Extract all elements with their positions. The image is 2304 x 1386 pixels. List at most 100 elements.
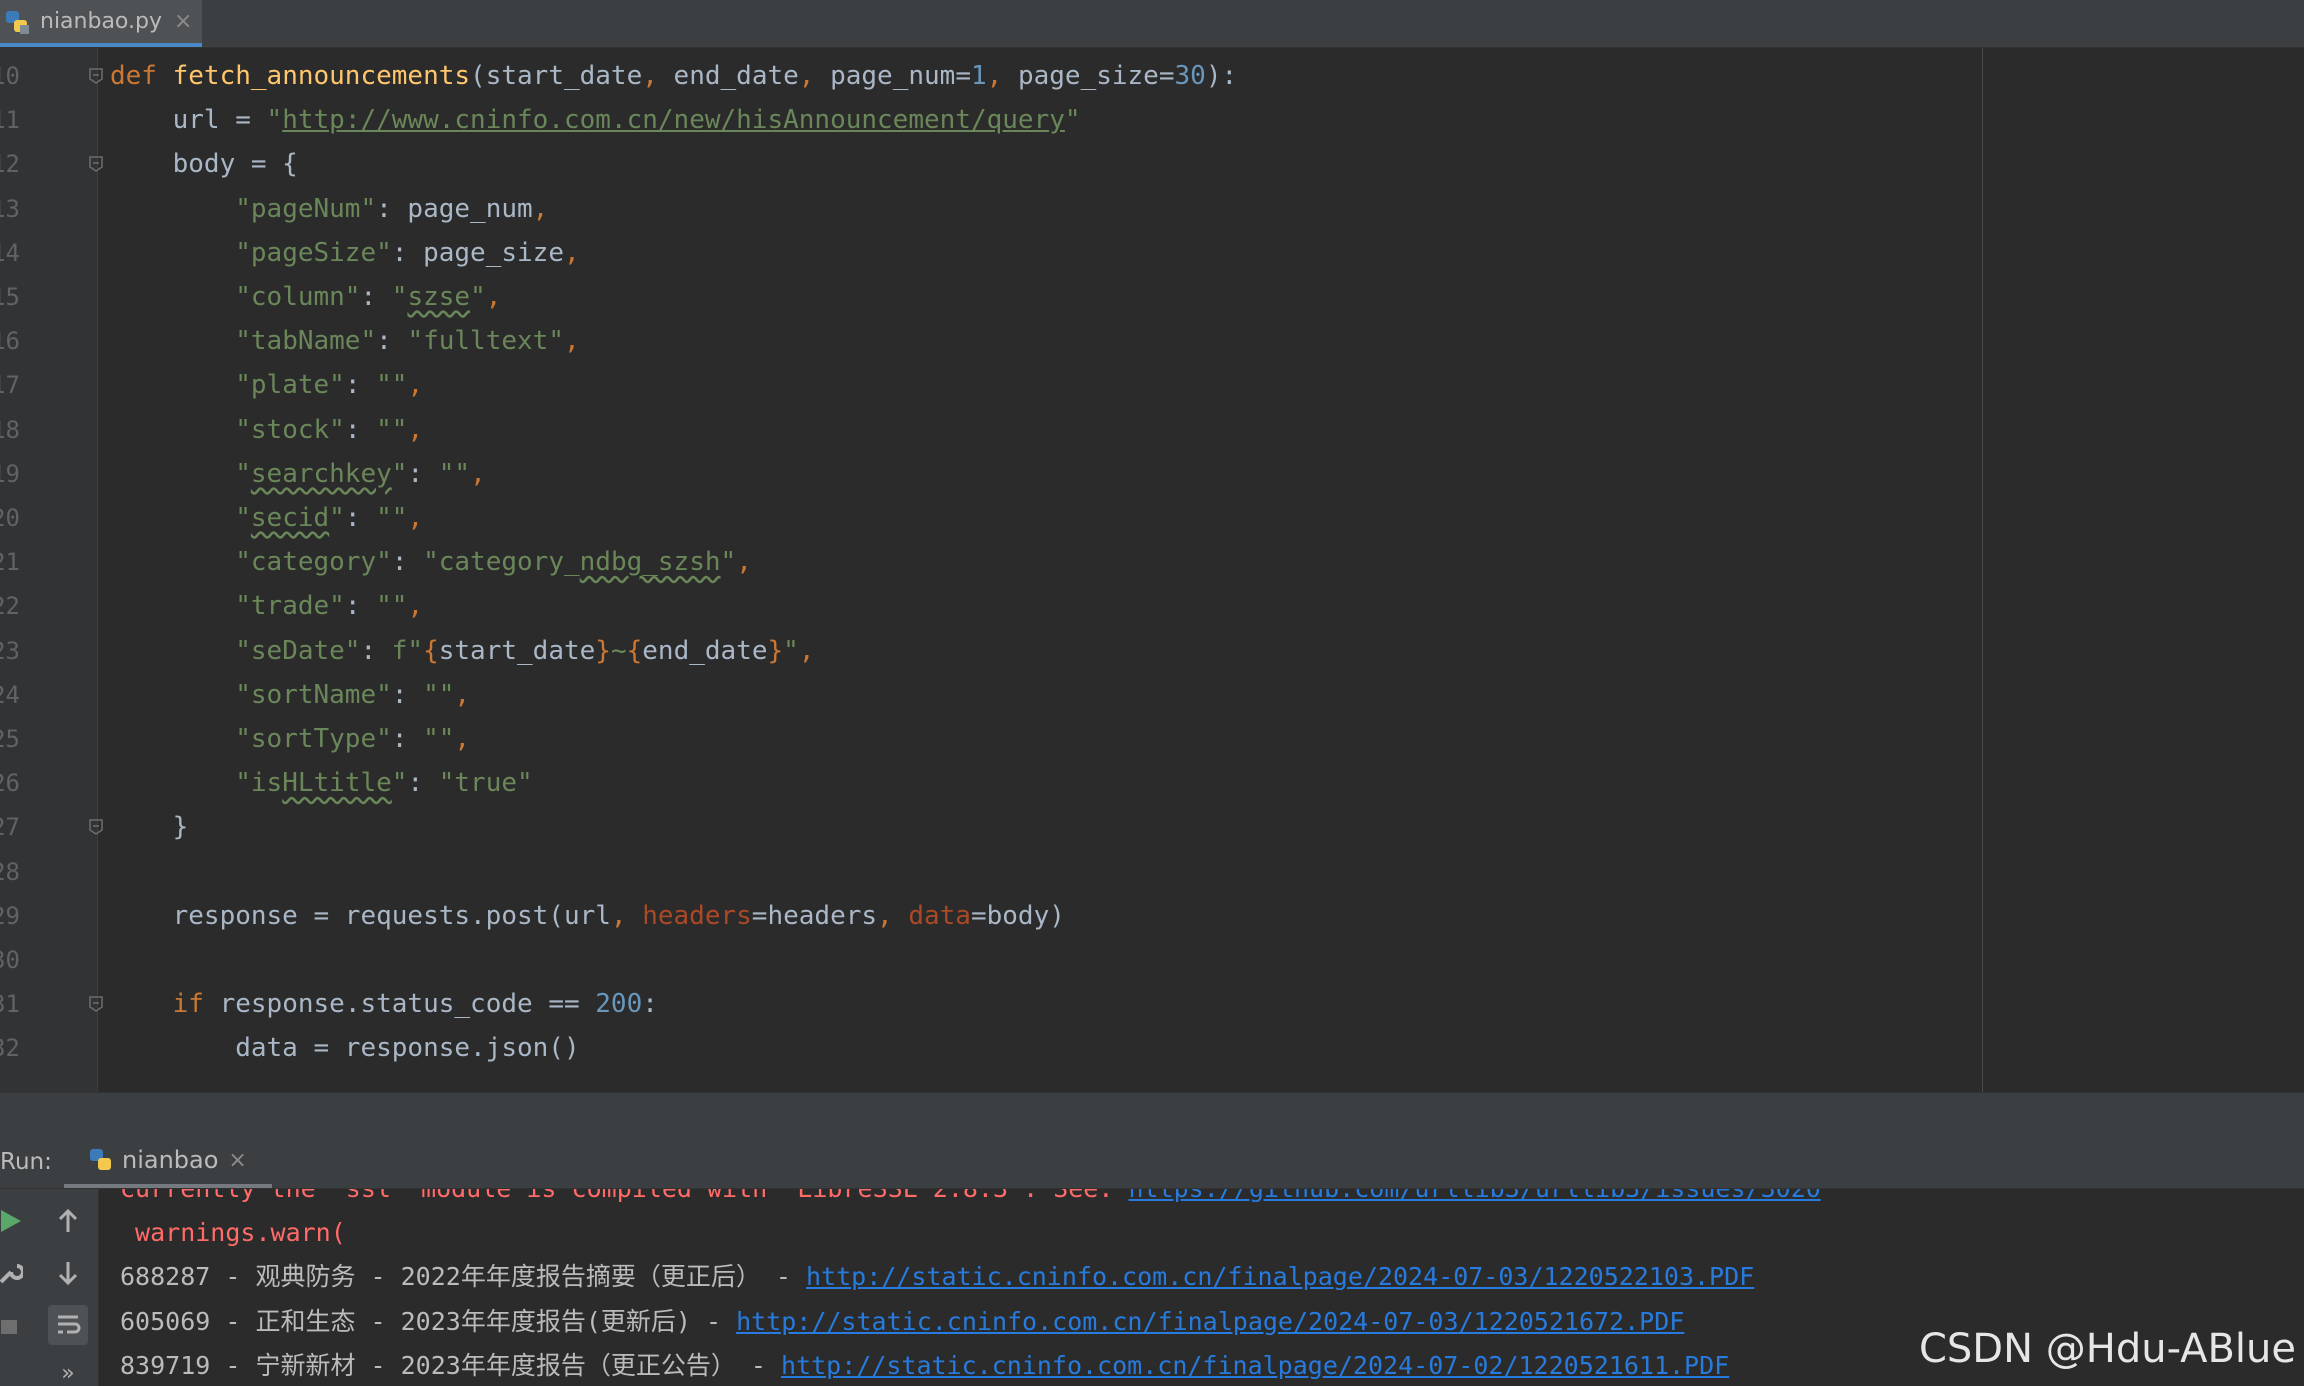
console-toolstrip: » bbox=[0, 1189, 99, 1386]
code-token: f" bbox=[391, 635, 424, 666]
code-line[interactable]: 30 bbox=[0, 938, 2304, 982]
code-line[interactable]: 20 "secid": "", bbox=[0, 496, 2304, 540]
code-token: " bbox=[391, 458, 408, 489]
code-token: end_date bbox=[642, 635, 768, 666]
code-token: { bbox=[626, 635, 643, 666]
code-line[interactable]: 22 "trade": "", bbox=[0, 584, 2304, 628]
code-line[interactable]: 32 data = response.json() bbox=[0, 1026, 2304, 1070]
fold-marker-icon[interactable] bbox=[88, 995, 104, 1013]
line-number: 18 bbox=[0, 415, 20, 444]
python-file-icon bbox=[4, 9, 30, 35]
code-line[interactable]: 12 body = { bbox=[0, 142, 2304, 186]
code-token: , bbox=[407, 503, 424, 533]
console-text: currently the 'ssl' module is compiled w… bbox=[120, 1189, 1128, 1203]
tab-close-icon[interactable]: × bbox=[174, 9, 192, 34]
code-line[interactable]: 29 response = requests.post(url, headers… bbox=[0, 894, 2304, 938]
scroll-down-icon[interactable] bbox=[48, 1253, 88, 1293]
console-line: 605069 - 正和生态 - 2023年年度报告(更新后) - http://… bbox=[120, 1300, 1684, 1344]
code-token: def bbox=[110, 61, 173, 91]
run-console[interactable]: » currently the 'ssl' module is compiled… bbox=[0, 1189, 2304, 1386]
console-text: warnings.warn( bbox=[120, 1218, 346, 1248]
soft-wrap-icon[interactable] bbox=[48, 1305, 88, 1345]
code-line[interactable]: 18 "stock": "", bbox=[0, 408, 2304, 452]
code-line[interactable]: 25 "sortType": "", bbox=[0, 717, 2304, 761]
stop-icon[interactable] bbox=[0, 1307, 30, 1347]
code-token: "" bbox=[376, 503, 408, 533]
code-token: "sortName" bbox=[235, 679, 392, 710]
code-token: " bbox=[1064, 105, 1081, 136]
code-token[interactable]: http://www.cninfo.com.cn/new/hisAnnounce… bbox=[282, 105, 1065, 135]
code-line[interactable]: 11 url = "http://www.cninfo.com.cn/new/h… bbox=[0, 98, 2304, 142]
code-text: "sortName": "", bbox=[110, 673, 470, 717]
code-line[interactable]: 10 def fetch_announcements(start_date, en… bbox=[0, 54, 2304, 98]
code-line[interactable]: 21 "category": "category_ndbg_szsh", bbox=[0, 540, 2304, 584]
code-token: "category" bbox=[235, 547, 392, 578]
console-link[interactable]: http://static.cninfo.com.cn/finalpage/20… bbox=[736, 1307, 1684, 1336]
python-run-icon bbox=[88, 1147, 114, 1173]
line-number: 14 bbox=[0, 238, 20, 267]
line-number: 23 bbox=[0, 636, 20, 665]
code-token: searchkey bbox=[250, 458, 392, 489]
code-text: data = response.json() bbox=[110, 1026, 579, 1070]
code-line[interactable]: 13 "pageNum": page_num, bbox=[0, 187, 2304, 231]
code-token: if bbox=[172, 989, 220, 1020]
code-line[interactable]: 31 if response.status_code == 200: bbox=[0, 982, 2304, 1026]
code-line[interactable]: 17 "plate": "", bbox=[0, 363, 2304, 407]
code-token: : bbox=[344, 591, 377, 622]
code-token: end_date bbox=[673, 61, 799, 91]
code-token: "fulltext" bbox=[407, 326, 564, 357]
panel-separator[interactable] bbox=[0, 1092, 2304, 1137]
fold-marker-icon[interactable] bbox=[88, 155, 104, 173]
code-token: , bbox=[736, 547, 752, 578]
fold-marker-icon[interactable] bbox=[88, 67, 104, 85]
line-number: 30 bbox=[0, 946, 20, 974]
code-token: "" bbox=[376, 414, 408, 445]
code-token: : bbox=[360, 282, 392, 312]
scroll-up-icon[interactable] bbox=[48, 1201, 88, 1241]
code-token: "" bbox=[376, 370, 408, 401]
console-link[interactable]: https://github.com/urllib3/urllib3/issue… bbox=[1128, 1189, 1820, 1203]
run-tab-nianbao[interactable]: nianbao × bbox=[64, 1136, 272, 1188]
tab-nianbao-py[interactable]: nianbao.py × bbox=[0, 0, 202, 47]
editor-tab-bar: nianbao.py × bbox=[0, 0, 2304, 48]
code-token: " bbox=[783, 635, 799, 666]
fold-marker-icon[interactable] bbox=[88, 818, 104, 836]
more-tools-icon[interactable]: » bbox=[48, 1353, 88, 1386]
code-token: } bbox=[767, 635, 784, 666]
line-number: 10 bbox=[0, 62, 20, 90]
code-line[interactable]: 19 "searchkey": "", bbox=[0, 452, 2304, 496]
code-text: "column": "szse", bbox=[110, 275, 501, 319]
code-token: "" bbox=[423, 679, 455, 710]
code-token: { bbox=[423, 635, 439, 666]
code-token: , bbox=[798, 61, 831, 91]
console-line: currently the 'ssl' module is compiled w… bbox=[120, 1189, 1821, 1211]
line-number: 12 bbox=[0, 150, 20, 179]
run-tab-close-icon[interactable]: × bbox=[228, 1148, 246, 1173]
code-line[interactable]: 23 "seDate": f"{start_date}~{end_date}", bbox=[0, 629, 2304, 673]
code-line[interactable]: 28 bbox=[0, 850, 2304, 894]
code-token: , bbox=[532, 193, 549, 224]
code-line[interactable]: 15 "column": "szse", bbox=[0, 275, 2304, 319]
line-number: 15 bbox=[0, 283, 20, 311]
code-token: : bbox=[391, 679, 424, 710]
code-text: "trade": "", bbox=[110, 584, 423, 628]
code-line[interactable]: 27 } bbox=[0, 805, 2304, 849]
code-token: , bbox=[986, 61, 1018, 91]
code-line[interactable]: 14 "pageSize": page_size, bbox=[0, 231, 2304, 275]
code-token: " bbox=[391, 282, 408, 312]
code-editor[interactable]: 10 def fetch_announcements(start_date, en… bbox=[0, 48, 2304, 1092]
code-token: " bbox=[235, 503, 251, 533]
wrench-icon[interactable] bbox=[0, 1253, 30, 1293]
code-line[interactable]: 24 "sortName": "", bbox=[0, 673, 2304, 717]
console-line: warnings.warn( bbox=[120, 1211, 346, 1255]
console-link[interactable]: http://static.cninfo.com.cn/finalpage/20… bbox=[781, 1351, 1729, 1380]
code-token: : bbox=[391, 724, 424, 754]
line-number: 27 bbox=[0, 813, 20, 842]
code-line[interactable]: 26 "isHLtitle": "true" bbox=[0, 761, 2304, 805]
code-line[interactable]: 16 "tabName": "fulltext", bbox=[0, 319, 2304, 363]
rerun-icon[interactable] bbox=[0, 1201, 30, 1241]
console-link[interactable]: http://static.cninfo.com.cn/finalpage/20… bbox=[806, 1262, 1754, 1291]
